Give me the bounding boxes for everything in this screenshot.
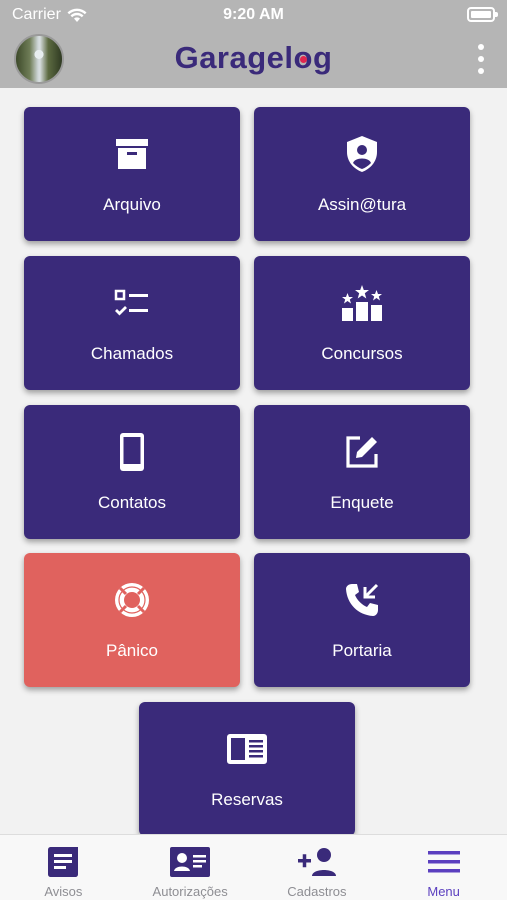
more-options-icon[interactable] <box>477 44 485 74</box>
edit-square-icon <box>344 433 380 471</box>
tile-label: Arquivo <box>103 195 161 214</box>
tab-label: Avisos <box>44 884 83 899</box>
logo-text-b: g <box>312 40 333 75</box>
tile-label: Concursos <box>321 344 403 363</box>
notice-icon <box>46 845 80 879</box>
tile-contatos[interactable]: Contatos <box>24 405 240 539</box>
status-time: 9:20 AM <box>223 6 284 23</box>
tile-concursos[interactable]: Concursos <box>254 256 470 390</box>
tile-label: Reservas <box>211 790 283 809</box>
tab-bar: Avisos Autorizações Cadastros Menu <box>0 834 507 900</box>
tab-autorizacoes[interactable]: Autorizações <box>127 835 254 900</box>
newspaper-icon <box>226 730 268 768</box>
logo-text-a: Garagel <box>174 40 294 75</box>
tab-cadastros[interactable]: Cadastros <box>254 835 381 900</box>
tile-label: Enquete <box>330 493 394 512</box>
tile-label: Assin@tura <box>317 195 407 214</box>
lifebuoy-icon <box>113 581 151 619</box>
phone-incoming-icon <box>343 581 381 619</box>
tab-avisos[interactable]: Avisos <box>0 835 127 900</box>
tile-portaria[interactable]: Portaria <box>254 553 470 687</box>
app-logo: Garagelog <box>0 40 507 76</box>
tile-label: Chamados <box>90 344 174 363</box>
tab-label: Cadastros <box>287 884 347 899</box>
tile-label: Contatos <box>97 493 167 512</box>
id-card-icon <box>169 845 211 879</box>
tile-arquivo[interactable]: Arquivo <box>24 107 240 241</box>
add-person-icon <box>297 845 337 879</box>
archive-icon <box>114 135 150 173</box>
tile-label: Portaria <box>332 641 392 660</box>
tile-label: Pânico <box>106 641 158 660</box>
podium-stars-icon <box>340 284 384 322</box>
smartphone-icon <box>118 433 146 471</box>
status-bar: Carrier 9:20 AM <box>0 0 507 30</box>
app-header: Garagelog <box>0 30 507 88</box>
tab-label: Autorizações <box>152 884 228 899</box>
logo-text-o: o <box>293 40 313 75</box>
tile-assinatura[interactable]: Assin@tura <box>254 107 470 241</box>
tile-panico[interactable]: Pânico <box>24 553 240 687</box>
tile-enquete[interactable]: Enquete <box>254 405 470 539</box>
tab-label: Menu <box>427 884 460 899</box>
tab-menu[interactable]: Menu <box>380 835 507 900</box>
tile-reservas[interactable]: Reservas <box>139 702 355 834</box>
hamburger-icon <box>427 845 461 879</box>
shield-user-icon <box>345 135 379 173</box>
menu-grid: Arquivo Assin@tura Chamados Concursos Co… <box>0 88 507 834</box>
tile-chamados[interactable]: Chamados <box>24 256 240 390</box>
checklist-icon <box>114 284 150 322</box>
battery-icon <box>467 7 498 22</box>
